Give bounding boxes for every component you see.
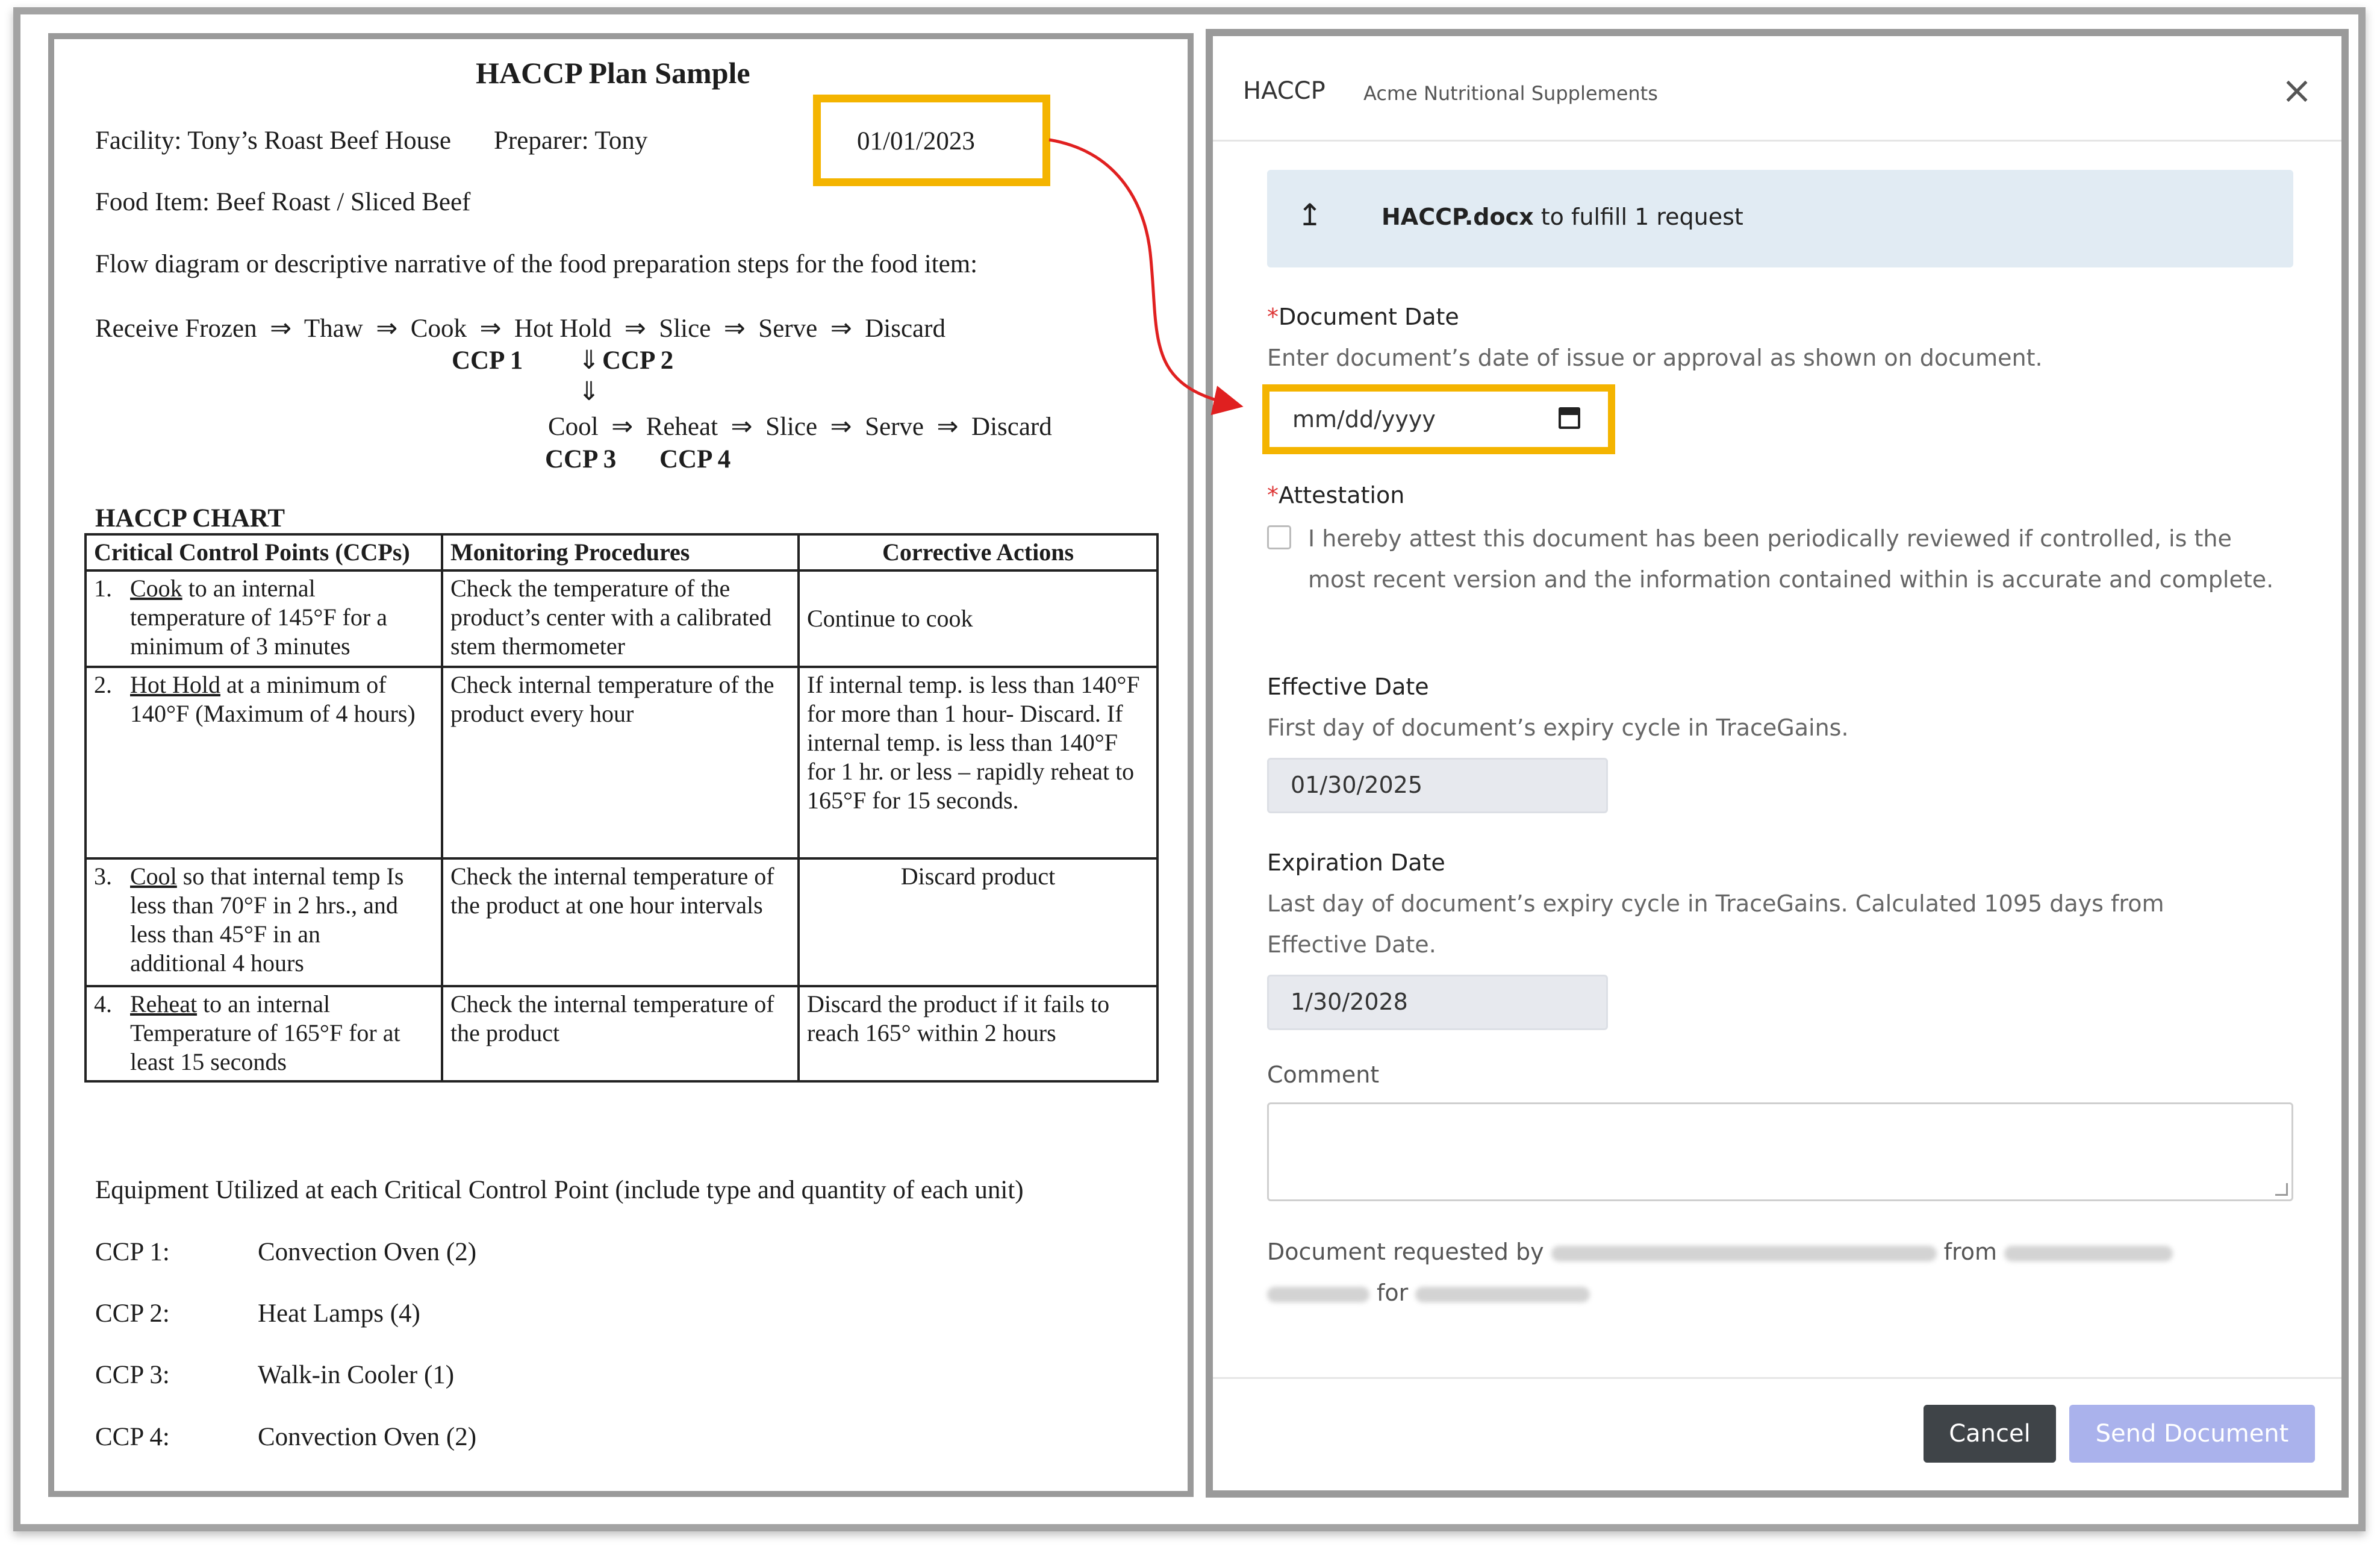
equipment-ccp: CCP 2: bbox=[95, 1299, 170, 1328]
table-row: 1. Cook to an internal temperature of 145… bbox=[84, 569, 1159, 668]
expiration-date-field: 1/30/2028 bbox=[1267, 975, 1608, 1030]
effective-date-label: Effective Date bbox=[1267, 673, 1429, 700]
expiration-date-help: Last day of document’s expiry cycle in T… bbox=[1267, 890, 2164, 917]
haccp-chart-table: Critical Control Points (CCPs) Monitorin… bbox=[84, 533, 1159, 1083]
table-cell: 4. Reheat to an internal Temperature of 1… bbox=[84, 985, 443, 1083]
table-cell: Discard product bbox=[797, 857, 1159, 987]
equipment-intro: Equipment Utilized at each Critical Cont… bbox=[95, 1176, 1024, 1204]
table-cell: Check internal temperature of the produc… bbox=[441, 666, 800, 860]
comment-label: Comment bbox=[1267, 1061, 1380, 1088]
comment-textarea[interactable] bbox=[1267, 1102, 2293, 1201]
redacted-text bbox=[1415, 1286, 1590, 1302]
document-facility: Facility: Tony’s Roast Beef House bbox=[95, 127, 451, 155]
table-header: Corrective Actions bbox=[797, 533, 1159, 572]
flow-ccp4: CCP 4 bbox=[659, 445, 731, 473]
table-cell: 1. Cook to an internal temperature of 145… bbox=[84, 569, 443, 668]
redacted-text bbox=[1267, 1286, 1369, 1302]
document-food-item: Food Item: Beef Roast / Sliced Beef bbox=[95, 188, 471, 216]
table-cell: Check the temperature of the product’s c… bbox=[441, 569, 800, 668]
flow-row-1: Receive Frozen ⇒ Thaw ⇒ Cook ⇒ Hot Hold … bbox=[95, 314, 945, 343]
haccp-chart-title: HACCP CHART bbox=[95, 504, 285, 533]
close-icon[interactable]: × bbox=[2279, 72, 2315, 109]
flow-ccp2: CCP 2 bbox=[602, 346, 674, 375]
equipment-item: Convection Oven (2) bbox=[258, 1238, 477, 1266]
send-document-button[interactable]: Send Document bbox=[2069, 1405, 2315, 1463]
table-cell: Check the internal temperature of the pr… bbox=[441, 857, 800, 987]
document-date-help: Enter document’s date of issue or approv… bbox=[1267, 345, 2043, 371]
table-cell: Discard the product if it fails to reach… bbox=[797, 985, 1159, 1083]
table-cell: 2. Hot Hold at a minimum of 140°F (Maximu… bbox=[84, 666, 443, 860]
document-preparer: Preparer: Tony bbox=[494, 127, 648, 155]
flow-ccp2-arrow: ⇓ bbox=[578, 346, 600, 375]
document-date-value: 01/01/2023 bbox=[857, 127, 975, 155]
flow-ccp1: CCP 1 bbox=[452, 346, 523, 375]
table-header: Critical Control Points (CCPs) bbox=[84, 533, 443, 572]
requested-by-line: Document requested by from bbox=[1267, 1239, 2180, 1265]
equipment-item: Heat Lamps (4) bbox=[258, 1299, 420, 1328]
document-flow-intro: Flow diagram or descriptive narrative of… bbox=[95, 250, 978, 278]
expiration-date-help-cont: Effective Date. bbox=[1267, 931, 1436, 958]
flow-ccp3: CCP 3 bbox=[545, 445, 617, 473]
effective-date-field: 01/30/2025 bbox=[1267, 758, 1608, 813]
table-cell: 3. Cool so that internal temp Is less tha… bbox=[84, 857, 443, 987]
attestation-label: *Attestation bbox=[1267, 482, 1405, 508]
expiration-date-value: 1/30/2028 bbox=[1291, 989, 1408, 1015]
document-preview: HACCP Plan Sample Facility: Tony’s Roast… bbox=[48, 33, 1194, 1497]
table-row: 4. Reheat to an internal Temperature of 1… bbox=[84, 985, 1159, 1083]
attestation-checkbox[interactable] bbox=[1267, 525, 1291, 549]
resize-handle[interactable] bbox=[2275, 1183, 2288, 1196]
equipment-ccp: CCP 1: bbox=[95, 1238, 170, 1266]
dialog-subtitle: Acme Nutritional Supplements bbox=[1363, 82, 1658, 105]
effective-date-value: 01/30/2025 bbox=[1291, 772, 1423, 798]
flow-row-2: Cool ⇒ Reheat ⇒ Slice ⇒ Serve ⇒ Discard bbox=[548, 413, 1052, 441]
document-title: HACCP Plan Sample bbox=[476, 56, 750, 90]
equipment-item: Convection Oven (2) bbox=[258, 1423, 477, 1451]
upload-banner: ↥ HACCP.docx to fulfill 1 request bbox=[1267, 170, 2293, 267]
calendar-icon[interactable] bbox=[1559, 407, 1580, 429]
table-header-row: Critical Control Points (CCPs) Monitorin… bbox=[84, 533, 1159, 572]
attestation-text: I hereby attest this document has been p… bbox=[1308, 525, 2274, 593]
table-row: 3. Cool so that internal temp Is less tha… bbox=[84, 857, 1159, 987]
document-date-highlight: 01/01/2023 bbox=[813, 95, 1050, 186]
redacted-text bbox=[2004, 1245, 2173, 1261]
document-date-input[interactable]: mm/dd/yyyy bbox=[1262, 384, 1615, 454]
footer-divider bbox=[1213, 1377, 2341, 1379]
redacted-text bbox=[1551, 1245, 1937, 1261]
upload-file-name: HACCP.docx bbox=[1382, 204, 1534, 230]
expiration-date-label: Expiration Date bbox=[1267, 849, 1445, 876]
requested-for-line: for bbox=[1267, 1280, 1597, 1306]
table-row: 2. Hot Hold at a minimum of 140°F (Maximu… bbox=[84, 666, 1159, 860]
equipment-item: Walk-in Cooler (1) bbox=[258, 1361, 455, 1389]
document-date-placeholder: mm/dd/yyyy bbox=[1292, 406, 1436, 433]
upload-icon: ↥ bbox=[1297, 198, 1322, 233]
effective-date-help: First day of document’s expiry cycle in … bbox=[1267, 714, 1849, 741]
document-date-label: *Document Date bbox=[1267, 304, 1459, 330]
equipment-ccp: CCP 3: bbox=[95, 1361, 170, 1389]
table-cell: If internal temp. is less than 140°F for… bbox=[797, 666, 1159, 860]
equipment-ccp: CCP 4: bbox=[95, 1423, 170, 1451]
upload-dialog: HACCP Acme Nutritional Supplements × ↥ H… bbox=[1206, 29, 2349, 1498]
upload-text: HACCP.docx to fulfill 1 request bbox=[1382, 204, 1743, 230]
table-header: Monitoring Procedures bbox=[441, 533, 800, 572]
header-divider bbox=[1213, 140, 2341, 142]
cancel-button[interactable]: Cancel bbox=[1924, 1405, 2056, 1463]
table-cell: Continue to cook bbox=[797, 569, 1159, 668]
flow-down-arrow: ⇓ bbox=[578, 378, 600, 406]
dialog-title: HACCP bbox=[1243, 77, 1326, 105]
table-cell: Check the internal temperature of the pr… bbox=[441, 985, 800, 1083]
